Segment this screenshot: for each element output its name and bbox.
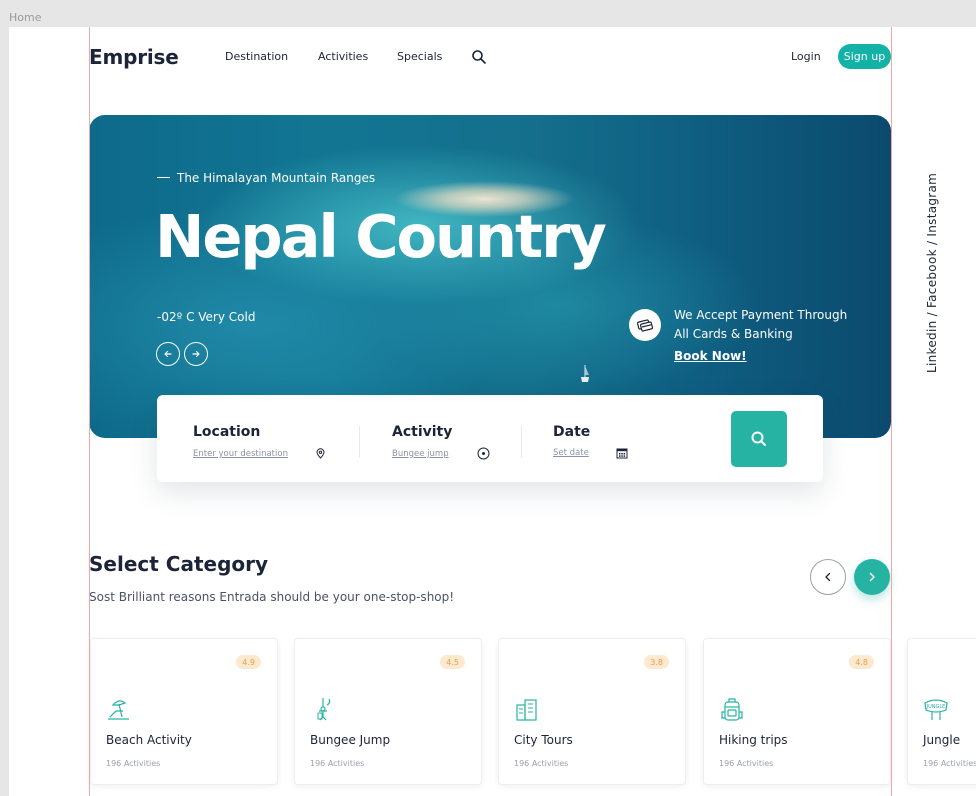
rating-badge: 4.8: [849, 655, 874, 669]
rating-badge: 3.8: [644, 655, 669, 669]
date-input[interactable]: Set date: [553, 448, 589, 458]
hero-subtitle: The Himalayan Mountain Ranges: [177, 171, 376, 185]
hero-prev-button[interactable]: [156, 342, 180, 366]
payment-card-badge: [629, 309, 661, 341]
hero-next-button[interactable]: [184, 342, 208, 366]
activity-input[interactable]: Bungee jump: [392, 449, 449, 459]
card-count: 196 Activities: [719, 759, 774, 768]
category-title: Select Category: [89, 552, 269, 576]
card-count: 196 Activities: [106, 759, 161, 768]
rating-badge: 4.5: [440, 655, 465, 669]
activity-label: Activity: [392, 424, 453, 440]
payment-text-line1: We Accept Payment Through: [674, 308, 848, 322]
location-input[interactable]: Enter your destination: [193, 449, 288, 459]
card-count: 196 Activities: [923, 759, 976, 768]
frame-label: Home: [9, 11, 42, 24]
hero-subtitle-dash: [157, 177, 170, 178]
svg-text:JUNGLE: JUNGLE: [926, 704, 946, 710]
category-subtitle: Sost Brilliant reasons Entrada should be…: [89, 590, 455, 604]
arrow-left-icon: [164, 350, 172, 358]
card-title: City Tours: [514, 733, 573, 747]
login-link[interactable]: Login: [791, 50, 821, 63]
arrow-right-icon: [192, 350, 200, 358]
date-field[interactable]: Date: [553, 421, 591, 440]
jungle-icon: JUNGLE: [924, 699, 948, 720]
divider: [521, 426, 522, 458]
category-prev-button[interactable]: [810, 559, 846, 595]
card-title: Hiking trips: [719, 733, 788, 747]
chevron-right-icon: [869, 572, 875, 582]
card-title: Jungle: [923, 733, 961, 747]
search-icon[interactable]: [471, 49, 487, 65]
search-panel: Location Enter your destination Activity…: [157, 395, 823, 482]
bungee-icon: [317, 698, 331, 721]
nav-destination[interactable]: Destination: [225, 50, 288, 63]
nav-specials[interactable]: Specials: [397, 50, 442, 63]
search-icon: [751, 431, 766, 446]
location-label: Location: [193, 424, 261, 440]
activity-field[interactable]: Activity: [392, 421, 453, 440]
target-icon[interactable]: [477, 447, 490, 460]
layout-guide-right: [891, 27, 892, 796]
credit-card-icon: [637, 319, 653, 332]
calendar-icon[interactable]: [616, 447, 628, 459]
hero-title: Nepal Country: [155, 202, 607, 271]
category-card-beach[interactable]: 4.9 Beach Activity 196 Activities: [90, 638, 278, 785]
category-card-jungle[interactable]: JUNGLE Jungle 196 Activities: [907, 638, 976, 785]
nav-activities[interactable]: Activities: [318, 50, 368, 63]
layout-guide-left: [89, 27, 90, 796]
page-canvas: Emprise Destination Activities Specials …: [9, 27, 976, 796]
date-label: Date: [553, 424, 591, 440]
city-icon: [516, 699, 537, 721]
card-count: 196 Activities: [310, 759, 365, 768]
card-title: Beach Activity: [106, 733, 192, 747]
payment-text-line2: All Cards & Banking: [674, 327, 793, 341]
category-card-hiking[interactable]: 4.8 Hiking trips 196 Activities: [703, 638, 891, 785]
search-submit-button[interactable]: [731, 411, 787, 467]
book-now-link[interactable]: Book Now!: [674, 349, 747, 363]
hero-temperature: -02º C Very Cold: [157, 310, 256, 324]
location-pin-icon: [316, 448, 325, 459]
brand-logo[interactable]: Emprise: [89, 45, 179, 69]
divider: [359, 426, 360, 458]
chevron-left-icon: [825, 572, 831, 582]
backpack-icon: [721, 698, 743, 721]
hero-banner: The Himalayan Mountain Ranges Nepal Coun…: [89, 115, 891, 438]
category-next-button[interactable]: [854, 559, 890, 595]
social-links[interactable]: Linkedin / Facebook / Instagram: [925, 173, 939, 373]
card-count: 196 Activities: [514, 759, 569, 768]
card-title: Bungee Jump: [310, 733, 391, 747]
category-card-city[interactable]: 3.8 City Tours 196 Activities: [498, 638, 686, 785]
boat-icon: [581, 365, 589, 382]
category-card-bungee[interactable]: 4.5 Bungee Jump 196 Activities: [294, 638, 482, 785]
beach-icon: [108, 700, 129, 720]
location-field[interactable]: Location: [193, 421, 261, 440]
signup-button[interactable]: Sign up: [838, 44, 891, 69]
rating-badge: 4.9: [236, 655, 261, 669]
